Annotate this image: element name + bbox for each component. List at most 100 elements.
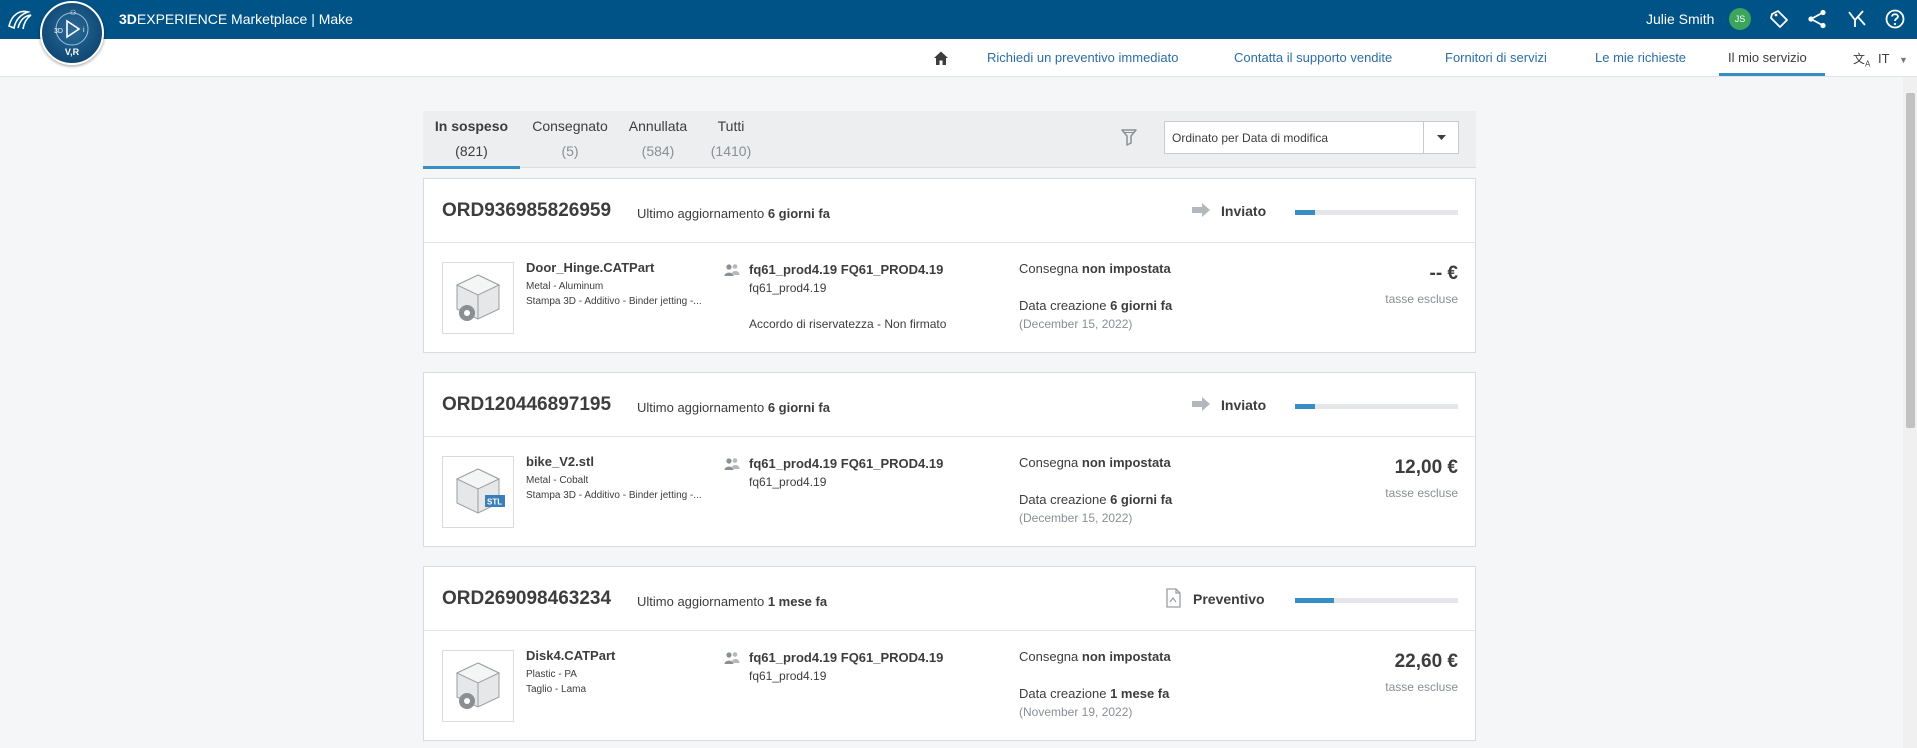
delivery-info: Consegna non impostata [1019, 455, 1171, 470]
share-icon[interactable] [1806, 8, 1828, 30]
tab-label: In sospeso [434, 118, 509, 134]
tab-all[interactable]: Tutti (1410) [701, 111, 761, 168]
tab-cancelled[interactable]: Annullata (584) [618, 111, 698, 168]
created-label: Data creazione [1019, 492, 1107, 507]
provider-name[interactable]: fq61_prod4.19 FQ61_PROD4.19 [749, 456, 943, 471]
updated-label: Ultimo aggiornamento [637, 594, 765, 609]
chevron-down-icon: ▼ [1898, 55, 1908, 65]
nav-bar: Richiedi un preventivo immediato Contatt… [0, 39, 1917, 77]
order-card-header: ORD269098463234 Ultimo aggiornamento 1 m… [424, 567, 1475, 631]
order-progress-fill [1295, 210, 1315, 215]
part-name[interactable]: Door_Hinge.CATPart [526, 260, 654, 275]
home-icon[interactable] [932, 49, 950, 67]
translate-icon: 文A [1853, 52, 1871, 69]
order-card[interactable]: ORD936985826959 Ultimo aggiornamento 6 g… [423, 178, 1476, 353]
order-price: -- € [1429, 263, 1459, 284]
brand-bold: 3D [119, 11, 137, 27]
order-card[interactable]: ORD120446897195 Ultimo aggiornamento 6 g… [423, 372, 1476, 547]
order-price: 22,60 € [1394, 651, 1458, 672]
people-icon [724, 458, 740, 470]
tab-count: (1410) [710, 143, 752, 159]
tab-delivered[interactable]: Consegnato (5) [525, 111, 615, 168]
part-name[interactable]: bike_V2.stl [526, 454, 594, 469]
provider-name[interactable]: fq61_prod4.19 FQ61_PROD4.19 [749, 650, 943, 665]
svg-text:STL: STL [487, 498, 502, 507]
order-progress-fill [1295, 598, 1335, 603]
nav-link-providers[interactable]: Fornitori di servizi [1445, 50, 1547, 65]
scrollbar-thumb[interactable] [1906, 93, 1915, 428]
order-updated: Ultimo aggiornamento 6 giorni fa [637, 400, 830, 415]
creation-info: Data creazione 6 giorni fa [1019, 492, 1172, 507]
part-process: Stampa 3D - Additivo - Binder jetting -.… [526, 296, 702, 307]
order-id[interactable]: ORD936985826959 [442, 200, 611, 222]
creation-date: (December 15, 2022) [1019, 317, 1133, 331]
tab-count: (5) [561, 143, 579, 159]
delivery-info: Consegna non impostata [1019, 261, 1171, 276]
sort-select[interactable]: Ordinato per Data di modifica [1164, 121, 1459, 154]
top-bar: 3D i ⚇ V,R 3DEXPERIENCE Marketplace | Ma… [0, 0, 1917, 65]
nav-link-contact-sales[interactable]: Contatta il supporto vendite [1234, 50, 1392, 65]
part-name[interactable]: Disk4.CATPart [526, 648, 615, 663]
sort-select-value: Ordinato per Data di modifica [1172, 131, 1329, 145]
svg-text:i: i [83, 27, 85, 34]
nav-link-instant-quote[interactable]: Richiedi un preventivo immediato [987, 50, 1178, 65]
arrow-right-icon [1192, 397, 1210, 411]
order-id[interactable]: ORD120446897195 [442, 394, 611, 416]
delivery-label: Consegna [1019, 261, 1079, 276]
updated-value: 1 mese fa [767, 594, 828, 609]
delivery-label: Consegna [1019, 455, 1079, 470]
stl-file-icon: STL [455, 468, 505, 514]
tab-count: (584) [641, 143, 675, 159]
delivery-label: Consegna [1019, 649, 1079, 664]
order-status: Inviato [1221, 203, 1267, 219]
tab-label: Tutti [717, 118, 745, 134]
nav-link-my-service[interactable]: Il mio servizio [1728, 50, 1807, 65]
tax-note: tasse escluse [1385, 486, 1458, 500]
catpart-gear-icon [455, 662, 501, 709]
part-thumbnail[interactable]: STL [442, 456, 514, 528]
order-progress-bar [1295, 404, 1458, 409]
created-value: 1 mese fa [1110, 686, 1170, 701]
filter-icon[interactable] [1120, 127, 1138, 147]
tab-count: (821) [455, 143, 488, 159]
order-card-header: ORD120446897195 Ultimo aggiornamento 6 g… [424, 373, 1475, 437]
creation-info: Data creazione 6 giorni fa [1019, 298, 1172, 313]
provider-name[interactable]: fq61_prod4.19 FQ61_PROD4.19 [749, 262, 943, 277]
caret-down-icon [1437, 135, 1446, 140]
tab-pending[interactable]: In sospeso (821) [423, 111, 520, 169]
order-status: Inviato [1221, 397, 1267, 413]
language-selector[interactable]: 文A IT ▼ [1853, 50, 1908, 68]
delivery-info: Consegna non impostata [1019, 649, 1171, 664]
app-section[interactable]: Make [319, 11, 353, 27]
help-icon[interactable] [1884, 8, 1906, 30]
app-title: 3DEXPERIENCE Marketplace | Make [119, 11, 353, 27]
order-progress-fill [1295, 404, 1315, 409]
brand-separator: | [307, 11, 319, 27]
part-material: Metal - Aluminum [526, 281, 604, 292]
part-thumbnail[interactable] [442, 262, 514, 334]
nav-link-my-requests[interactable]: Le mie richieste [1595, 50, 1686, 65]
updated-label: Ultimo aggiornamento [637, 206, 765, 221]
page-scrollbar[interactable] [1903, 77, 1917, 748]
created-label: Data creazione [1019, 686, 1107, 701]
provider-id: fq61_prod4.19 [749, 669, 827, 683]
nda-status: Accordo di riservatezza - Non firmato [749, 317, 947, 331]
document-icon [1166, 588, 1181, 608]
delivery-value: non impostata [1081, 455, 1171, 470]
updated-value: 6 giorni fa [767, 206, 830, 221]
tag-icon[interactable] [1768, 8, 1790, 30]
part-thumbnail[interactable] [442, 650, 514, 722]
avatar[interactable]: JS [1729, 8, 1751, 30]
compass-button[interactable]: 3D i ⚇ V,R [40, 1, 104, 65]
part-material: Plastic - PA [526, 669, 577, 680]
tax-note: tasse escluse [1385, 680, 1458, 694]
order-progress-bar [1295, 210, 1458, 215]
sort-dropdown-button[interactable] [1423, 122, 1458, 153]
order-card[interactable]: ORD269098463234 Ultimo aggiornamento 1 m… [423, 566, 1476, 741]
tax-note: tasse escluse [1385, 292, 1458, 306]
order-id[interactable]: ORD269098463234 [442, 588, 611, 610]
people-icon [724, 652, 740, 664]
user-name[interactable]: Julie Smith [1646, 11, 1714, 27]
ds-logo-icon[interactable] [6, 6, 34, 34]
apps-icon[interactable] [1846, 8, 1868, 30]
